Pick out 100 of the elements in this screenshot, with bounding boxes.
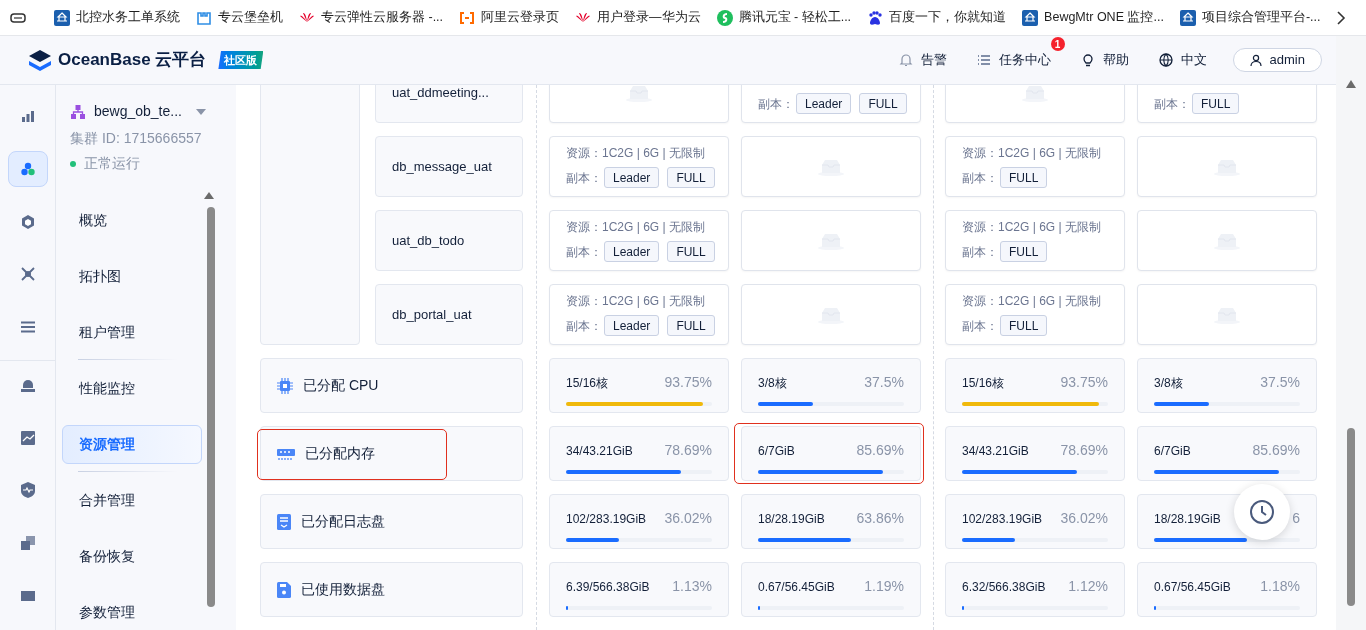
language-button[interactable]: 中文	[1158, 50, 1207, 70]
user-icon	[1249, 54, 1262, 66]
replica-tag: Leader	[604, 315, 660, 336]
logo-text: OceanBase 云平台	[58, 49, 207, 72]
replica-label: 副本：	[962, 169, 998, 187]
notification-badge: 1	[1050, 37, 1065, 52]
bookmark[interactable]: 腾讯元宝 - 轻松工...	[716, 8, 852, 27]
log-document-icon	[277, 513, 291, 530]
usage-percent: 78.69%	[1060, 441, 1108, 460]
bookmark[interactable]: 专云堡垒机	[196, 8, 283, 27]
bookmark[interactable]: BewgMtr ONE 监控...	[1022, 8, 1164, 27]
usage-percent: 6	[1292, 509, 1300, 528]
tenant-name: uat_db_todo	[375, 210, 523, 271]
circles-icon	[19, 160, 36, 177]
memory-stick-icon	[277, 447, 295, 460]
page-scrollbar-thumb[interactable]	[1347, 428, 1355, 606]
hierarchy-icon	[70, 103, 86, 120]
help-button[interactable]: 帮助	[1080, 50, 1129, 70]
user-button[interactable]: admin	[1232, 48, 1322, 72]
bookmark[interactable]: 项目综合管理平台-...	[1179, 8, 1321, 27]
tab-icon	[10, 11, 26, 24]
replica-tag: FULL	[667, 241, 715, 262]
shield-icon	[20, 482, 35, 499]
replica-label: 副本：	[566, 243, 602, 261]
tasks-button[interactable]: 任务中心	[976, 50, 1051, 70]
tenant-name: db_portal_uat	[375, 284, 523, 345]
sidebar-menu-item[interactable]: 资源管理	[62, 424, 202, 464]
usage-percent: 1.18%	[1260, 577, 1300, 596]
bookmark[interactable]: 专云弹性云服务器 -...	[299, 8, 444, 27]
replica-tag: FULL	[667, 167, 715, 188]
metric-label: 已分配内存	[260, 426, 523, 481]
paw-icon	[867, 9, 884, 26]
chip-icon	[277, 377, 293, 394]
chevron-right-icon	[1336, 9, 1347, 26]
resource-text: 资源：1C2G | 6G | 无限制	[566, 219, 706, 236]
usage-percent: 93.75%	[1060, 373, 1108, 392]
empty-inbox-icon	[1213, 305, 1241, 324]
replica-label: 副本：	[962, 243, 998, 261]
bell-icon	[898, 53, 913, 67]
sidebar-menu-item[interactable]: 概览	[62, 200, 202, 240]
usage-value: 102/283.19GiB	[962, 511, 1043, 528]
resource-text: 资源：1C2G | 6G | 无限制	[962, 293, 1102, 310]
usage-value: 3/8核	[1154, 375, 1183, 392]
layers-logo-icon	[28, 49, 52, 71]
sidebar-menu-item[interactable]: 参数管理	[62, 592, 202, 630]
usage-percent: 78.69%	[664, 441, 712, 460]
replica-tag: FULL	[667, 315, 715, 336]
sidebar-menu-item[interactable]: 租户管理	[62, 312, 202, 352]
usage-percent: 85.69%	[856, 441, 904, 460]
alarm-light-icon	[20, 378, 35, 393]
building-logo-icon	[54, 9, 70, 26]
replica-tag: Leader	[796, 93, 852, 114]
stacked-squares-icon	[20, 536, 35, 551]
bar-chart-icon	[20, 109, 35, 124]
bookmark[interactable]: 北控水务工单系统	[54, 8, 180, 27]
sidebar-scrollbar-thumb[interactable]	[207, 207, 215, 607]
tenant-name: db_message_uat	[375, 136, 523, 197]
list-icon	[976, 53, 991, 67]
metric-label: 已分配 CPU	[260, 358, 523, 413]
usage-percent: 37.5%	[864, 373, 904, 392]
resource-text: 资源：1C2G | 6G | 无限制	[962, 219, 1102, 236]
cluster-id: 集群 ID: 1715666557	[70, 129, 203, 148]
empty-inbox-icon	[1213, 231, 1241, 250]
replica-tag: FULL	[859, 93, 907, 114]
metric-label: 已使用数据盘	[260, 562, 523, 617]
scroll-up-icon[interactable]	[204, 192, 214, 199]
usage-value: 15/16核	[566, 375, 609, 392]
sidebar-menu-item[interactable]: 拓扑图	[62, 256, 202, 296]
tenant-name: uat_ddmeeting...	[375, 85, 523, 123]
nav-rail-button[interactable]	[7, 150, 48, 188]
bookmark[interactable]: 百度一下，你就知道	[867, 8, 1007, 27]
list-icon	[20, 320, 35, 333]
usage-value: 3/8核	[758, 375, 787, 392]
globe-icon	[1158, 53, 1173, 67]
empty-inbox-icon	[1213, 157, 1241, 176]
caret-down-icon	[195, 108, 206, 115]
building-logo-icon	[1022, 9, 1039, 26]
swirl-logo-icon	[716, 9, 733, 26]
scroll-up-icon[interactable]	[1346, 80, 1356, 88]
alert-button[interactable]: 告警	[898, 50, 947, 70]
replica-label: 副本：	[962, 317, 998, 335]
cluster-selector[interactable]: bewg_ob_te...	[70, 101, 206, 122]
replica-tag: FULL	[1000, 315, 1048, 336]
sidebar-menu-item[interactable]: 合并管理	[62, 480, 202, 520]
sidebar-menu-item[interactable]: 备份恢复	[62, 536, 202, 576]
metric-label: 已分配日志盘	[260, 494, 523, 549]
usage-percent: 85.69%	[1252, 441, 1300, 460]
replica-label: 副本：	[1154, 95, 1190, 113]
replica-tag: FULL	[1000, 167, 1048, 188]
empty-inbox-icon	[817, 157, 845, 176]
replica-tag: FULL	[1000, 241, 1048, 262]
clock-icon	[1249, 499, 1275, 525]
replica-label: 副本：	[758, 95, 794, 113]
replica-tag: Leader	[604, 241, 660, 262]
bookmark[interactable]: 阿里云登录页	[459, 8, 560, 27]
edition-badge: 社区版	[218, 50, 264, 70]
bookmark[interactable]: 用户登录—华为云	[575, 8, 701, 27]
resource-text: 资源：1C2G | 6G | 无限制	[566, 293, 706, 310]
lightbulb-icon	[1080, 53, 1095, 67]
sidebar-menu-item[interactable]: 性能监控	[62, 368, 202, 408]
